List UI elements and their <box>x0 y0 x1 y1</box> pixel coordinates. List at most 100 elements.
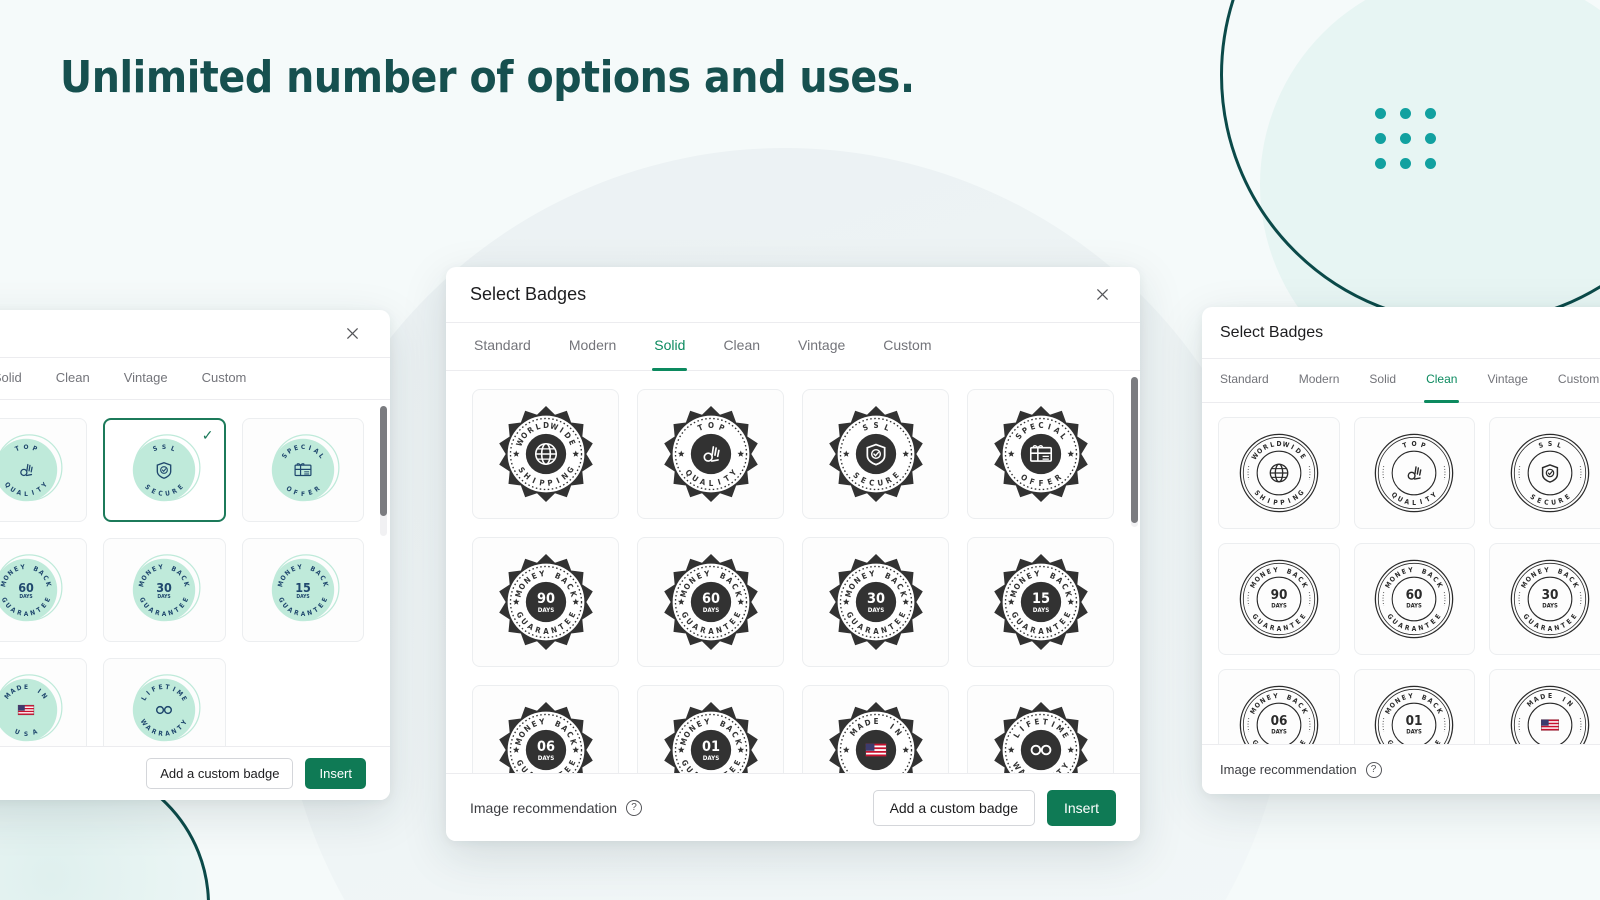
badge-option[interactable]: TOPQUALITY <box>1353 417 1475 529</box>
tab-custom[interactable]: Custom <box>881 323 933 370</box>
svg-text:P: P <box>1280 498 1286 507</box>
vertical-scrollbar[interactable] <box>380 406 387 536</box>
image-recommendation: Image recommendation ? <box>1220 761 1382 778</box>
image-recommendation-label: Image recommendation <box>470 799 618 816</box>
badge-option[interactable]: MONEY BACKGUARANTEE 01DAYS <box>1353 669 1475 744</box>
decorative-dot-grid-icon <box>1375 108 1436 169</box>
badge-option[interactable]: LIFETIMEWARRANTY <box>103 658 226 746</box>
svg-text:E: E <box>1298 613 1307 621</box>
svg-text:DAYS: DAYS <box>1271 604 1287 610</box>
badge-option[interactable]: MONEY BACKGUARANTEE 30 DAYS <box>1489 543 1600 655</box>
badge-option[interactable]: MONEY BACKGUARANTEE 60 DAYS <box>1353 543 1475 655</box>
svg-text:A: A <box>1038 627 1044 636</box>
svg-text:R: R <box>1404 624 1411 633</box>
svg-text:F: F <box>301 490 305 498</box>
badge-option[interactable]: MONEY B A C K G U A R A N T E E 60 DAYS <box>637 537 784 667</box>
svg-text:P: P <box>1273 498 1279 507</box>
svg-text:E: E <box>1535 496 1542 505</box>
tab-solid[interactable]: Solid <box>652 323 688 371</box>
tab-vintage[interactable]: Vintage <box>122 358 170 399</box>
badge-option[interactable]: MONEY BACKGUARANTEE 06DAYS <box>1218 669 1340 744</box>
svg-text:A: A <box>708 627 714 636</box>
svg-text:K: K <box>1570 581 1579 589</box>
tab-solid[interactable]: Solid <box>0 358 24 399</box>
badge-option[interactable]: SSLSECURE <box>1489 417 1600 529</box>
tab-solid[interactable]: Solid <box>1367 359 1398 402</box>
insert-button[interactable]: Insert <box>1046 789 1116 826</box>
badge-option[interactable]: MADE INUSA <box>802 685 949 773</box>
close-icon[interactable] <box>338 320 366 348</box>
badge-option[interactable]: SSLSECURE <box>802 389 949 519</box>
badge-option[interactable]: MONEY BACKGUARANTEE01DAYS <box>637 685 784 773</box>
tab-clean[interactable]: Clean <box>54 358 92 399</box>
check-icon: ✓ <box>201 427 214 443</box>
svg-text:Y: Y <box>1407 692 1414 701</box>
svg-text:E: E <box>1548 692 1552 700</box>
badge-style-tabs: Standard Modern Solid Clean Vintage Custom <box>446 323 1140 371</box>
svg-text:N: N <box>1553 624 1560 633</box>
svg-text:P: P <box>1420 441 1427 450</box>
insert-button[interactable]: Insert <box>305 758 366 789</box>
badge-option[interactable]: TOPQUALITY <box>0 418 87 522</box>
svg-text:I: I <box>1561 695 1567 703</box>
svg-text:15: 15 <box>295 580 311 595</box>
tab-modern[interactable]: Modern <box>567 323 618 370</box>
svg-text:A: A <box>1532 621 1540 630</box>
svg-text:L: L <box>1412 499 1416 507</box>
svg-text:E: E <box>1536 567 1543 576</box>
svg-text:G: G <box>1386 738 1395 744</box>
help-icon[interactable]: ? <box>1365 761 1382 778</box>
badge-option[interactable]: SPECIALOFFER <box>241 418 364 522</box>
svg-text:30: 30 <box>866 591 884 607</box>
svg-text:N: N <box>1282 624 1289 633</box>
dialog-footer: Add a custom badge Insert <box>0 746 390 800</box>
tab-clean[interactable]: Clean <box>721 323 762 370</box>
tab-custom[interactable]: Custom <box>200 358 249 399</box>
tab-clean[interactable]: Clean <box>1424 359 1460 403</box>
tab-standard[interactable]: Standard <box>472 323 533 370</box>
svg-text:DAYS: DAYS <box>1406 730 1422 736</box>
tab-vintage[interactable]: Vintage <box>796 323 847 370</box>
badge-option[interactable]: SPECIALOFFER <box>967 389 1114 519</box>
svg-text:A: A <box>1412 625 1417 633</box>
badge-option[interactable]: MONEY B A C K G U A R A N T E E 30 DAYS <box>802 537 949 667</box>
add-custom-badge-button[interactable]: Add a custom badge <box>146 758 294 789</box>
select-badges-dialog-right: Select Badges Standard Modern Solid Clean Vi… <box>1202 307 1600 794</box>
help-icon[interactable]: ? <box>626 799 643 816</box>
tab-modern[interactable]: Modern <box>1297 359 1342 402</box>
badge-option[interactable]: MONEY BACKGUARANTEE06DAYS <box>472 685 619 773</box>
svg-text:I: I <box>1419 498 1423 506</box>
svg-text:O: O <box>707 421 713 430</box>
svg-text:DAYS: DAYS <box>1542 604 1558 610</box>
vertical-scrollbar[interactable] <box>1131 377 1138 527</box>
badge-option[interactable]: MADE INUSA <box>1489 669 1600 744</box>
tab-standard[interactable]: Standard <box>1218 359 1271 402</box>
badge-option[interactable]: WORLDWIDESHIPPING <box>1218 417 1340 529</box>
badge-option[interactable]: MONEY BACKGUARANTEE 90 DAYS <box>1218 543 1340 655</box>
close-icon[interactable] <box>1088 281 1116 309</box>
badge-option[interactable]: LIFETIMEWARRANTY <box>967 685 1114 773</box>
badge-style-tabs: Standard Modern Solid Clean Vintage Custom <box>1202 359 1600 403</box>
badge-grid-scroll-area: WORLDWIDESHIPPING TOPQUALITY SSLSECURE S… <box>446 371 1140 773</box>
add-custom-badge-button[interactable]: Add a custom badge <box>872 789 1035 826</box>
svg-text:I: I <box>1289 443 1295 451</box>
tab-custom[interactable]: Custom <box>1556 359 1600 402</box>
svg-text:Y: Y <box>1543 566 1550 575</box>
badge-option[interactable]: MONEY B A C K G U A R A N T E E 60 DAYS <box>0 538 87 642</box>
page-headline: Unlimited number of options and uses. <box>60 52 915 103</box>
badge-option[interactable]: WORLDWIDESHIPPING <box>472 389 619 519</box>
svg-text:60: 60 <box>18 580 34 595</box>
badge-option[interactable]: MADE INUSA <box>0 658 87 746</box>
image-recommendation: Image recommendation ? <box>470 799 643 816</box>
badge-option[interactable]: MONEY B A C K G U A R A N T E E 15 DAYS <box>967 537 1114 667</box>
badge-option[interactable]: TOPQUALITY <box>637 389 784 519</box>
tab-vintage[interactable]: Vintage <box>1485 359 1529 402</box>
badge-option[interactable]: MONEY B A C K G U A R A N T E E 30 DAYS <box>103 538 226 642</box>
badge-option[interactable]: SSLSECURE ✓ <box>103 418 226 522</box>
svg-text:R: R <box>1269 624 1276 633</box>
svg-text:K: K <box>1299 581 1308 589</box>
badge-option[interactable]: MONEY B A C K G U A R A N T E E 15 DAYS <box>241 538 364 642</box>
svg-text:A: A <box>1404 498 1411 507</box>
badge-option[interactable]: MONEY B A C K G U A R A N T E E 90 DAYS <box>472 537 619 667</box>
svg-text:K: K <box>1435 707 1444 715</box>
